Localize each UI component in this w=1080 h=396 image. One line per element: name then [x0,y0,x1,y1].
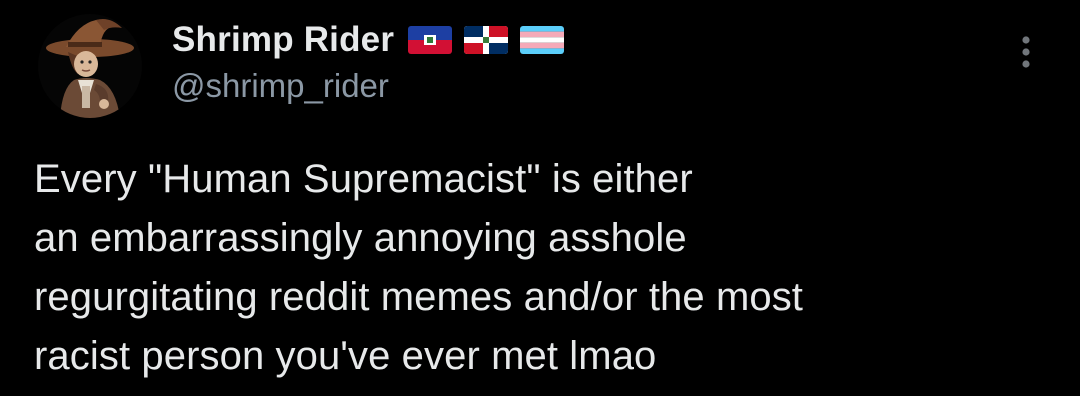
tweet-card: Shrimp Rider @shrimp_rider Every "Human … [0,0,1080,396]
wizard-hat-character-icon [38,14,142,118]
tweet-text-line: Every "Human Supremacist" is either [34,157,693,201]
tweet-text-line: racist person you've ever met lmao [34,334,657,378]
more-options-button[interactable] [1008,30,1044,74]
author-flags [408,26,565,54]
author-name-row: Shrimp Rider [172,14,565,66]
tweet-text-line: regurgitating reddit memes and/or the mo… [34,275,804,319]
transgender-pride-flag-icon [520,26,565,54]
haiti-flag-icon [408,26,453,54]
author-avatar[interactable] [38,14,142,118]
author-display-name[interactable]: Shrimp Rider [172,20,394,60]
dominican-republic-flag-icon [464,26,509,54]
author-handle[interactable]: @shrimp_rider [172,67,389,105]
more-vertical-icon [1022,36,1030,68]
tweet-text: Every "Human Supremacist" is either an e… [34,150,1054,386]
tweet-text-line: an embarrassingly annoying asshole [34,216,687,260]
